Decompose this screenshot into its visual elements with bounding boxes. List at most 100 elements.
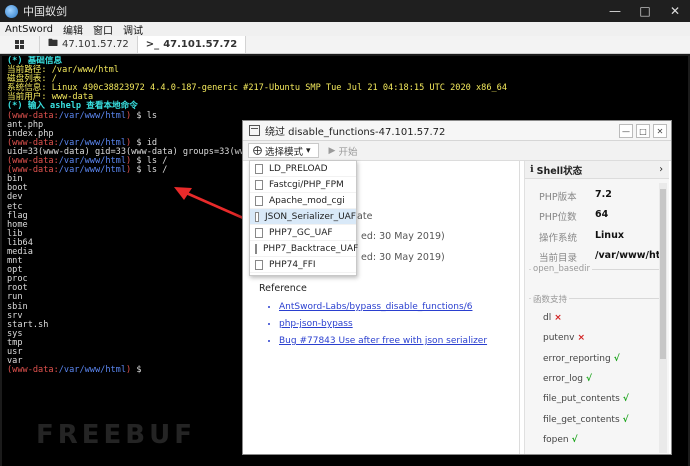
function-row: fopen √	[543, 435, 578, 445]
plus-circle-icon: ⨁	[253, 145, 262, 156]
tab-file-manager[interactable]: 🖿 47.101.57.72	[40, 36, 138, 53]
menu-bar: AntSword 编辑 窗口 调试	[0, 22, 690, 37]
menu-window[interactable]: 窗口	[88, 22, 118, 37]
dropdown-item[interactable]: PHP7_Backtrace_UAF	[250, 241, 359, 257]
functions-label: 函数支持	[531, 293, 570, 305]
function-name: file_get_contents	[543, 415, 620, 425]
terminal-prompt: (www-data:/var/www/html) $ ls /	[7, 165, 168, 176]
function-row: file_get_contents √	[543, 415, 629, 425]
document-icon	[255, 211, 259, 222]
shell-status-title: Shell状态	[536, 165, 583, 177]
function-name: file_put_contents	[543, 394, 620, 404]
minimize-icon[interactable]: —	[600, 0, 630, 22]
dropdown-item[interactable]: Fastcgi/PHP_FPM	[250, 177, 356, 193]
tab-home[interactable]	[0, 36, 40, 53]
document-icon	[255, 259, 263, 270]
reference-link[interactable]: Bug #77843 Use after free with json seri…	[279, 335, 509, 352]
tab-bar: 🖿 47.101.57.72 >_ 47.101.57.72	[0, 36, 690, 54]
start-button[interactable]: ▶ 开始	[325, 143, 362, 158]
window-titlebar: 中国蚁剑 — □ ✕	[0, 0, 690, 22]
function-name: dl	[543, 313, 552, 323]
function-name: putenv	[543, 333, 575, 343]
info-value: 64	[595, 209, 609, 220]
cross-icon: ×	[554, 313, 562, 323]
maximize-icon[interactable]: □	[630, 0, 660, 22]
document-icon	[255, 179, 263, 190]
dropdown-item[interactable]: LD_PRELOAD	[250, 161, 356, 177]
check-icon: √	[622, 394, 629, 404]
dropdown-item-label: LD_PRELOAD	[269, 163, 328, 174]
info-row-os: 操作系统 Linux	[525, 230, 660, 244]
dropdown-item[interactable]: Apache_mod_cgi	[250, 193, 356, 209]
document-icon	[255, 163, 263, 174]
shell-status-panel: ℹ Shell状态 › PHP版本 7.2 PHP位数 64 操作系统 Linu…	[524, 161, 669, 454]
info-key: 操作系统	[539, 233, 578, 244]
select-mode-label: 选择模式	[265, 146, 304, 158]
reference-link[interactable]: AntSword-Labs/bypass_disable_functions/6	[279, 301, 509, 318]
dropdown-item-label: Apache_mod_cgi	[269, 195, 345, 206]
function-row: error_reporting √	[543, 354, 620, 364]
terminal-prompt: (www-data:/var/www/html) $	[7, 365, 142, 376]
open-basedir-label: open_basedir	[531, 264, 592, 274]
terminal-line: 当前路径: /var/www/html	[7, 65, 119, 76]
function-name: fopen	[543, 435, 569, 445]
document-icon	[255, 227, 263, 238]
freebuf-watermark: FREEBUF	[36, 420, 196, 450]
dialog-controls: — □ ✕	[619, 124, 667, 138]
info-key: PHP版本	[539, 192, 577, 203]
grid-icon	[15, 40, 24, 49]
info-value: 7.2	[595, 189, 612, 200]
menu-antsword[interactable]: AntSword	[0, 24, 58, 35]
chevron-right-icon[interactable]: ›	[659, 164, 663, 175]
window-title: 中国蚁剑	[23, 5, 67, 18]
reference-list: AntSword-Labs/bypass_disable_functions/6…	[279, 301, 509, 352]
reference-link[interactable]: php-json-bypass	[279, 318, 509, 335]
function-row: putenv ×	[543, 333, 585, 343]
shell-status-header[interactable]: ℹ Shell状态 ›	[525, 161, 669, 179]
check-icon: √	[622, 415, 629, 425]
dropdown-item[interactable]: JSON_Serializer_UAF	[250, 209, 356, 225]
mode-dropdown-menu: LD_PRELOAD Fastcgi/PHP_FPM Apache_mod_cgi J…	[249, 160, 359, 276]
info-key: 当前目录	[539, 253, 578, 264]
scrollbar-thumb[interactable]	[660, 189, 666, 359]
terminal-line: 系统信息: Linux 490c38823972 4.4.0-187-gener…	[7, 83, 508, 94]
menu-debug[interactable]: 调试	[118, 22, 148, 37]
info-icon: ℹ	[530, 164, 534, 175]
dialog-maximize-icon[interactable]: □	[636, 124, 650, 138]
dropdown-item[interactable]: PHP7_GC_UAF	[250, 225, 356, 241]
dropdown-item-label: JSON_Serializer_UAF	[264, 211, 356, 222]
dialog-title: 绕过 disable_functions-47.101.57.72	[265, 127, 446, 138]
info-row-php-version: PHP版本 7.2	[525, 189, 660, 203]
dialog-minimize-icon[interactable]: —	[619, 124, 633, 138]
dropdown-item-label: PHP7_Backtrace_UAF	[263, 243, 359, 254]
document-icon	[255, 243, 257, 254]
dialog-close-icon[interactable]: ✕	[653, 124, 667, 138]
document-icon	[255, 195, 263, 206]
menu-edit[interactable]: 编辑	[58, 22, 88, 37]
info-row-php-bits: PHP位数 64	[525, 209, 660, 223]
antsword-app-icon	[5, 4, 18, 18]
info-row-cwd: 当前目录 /var/www/htm	[525, 250, 660, 264]
dropdown-item-label: PHP74_FFI	[269, 259, 316, 270]
chevron-down-icon: ▾	[306, 145, 311, 156]
dialog-titlebar: 绕过 disable_functions-47.101.57.72 — □ ✕	[243, 121, 671, 141]
dropdown-item[interactable]: PHP74_FFI	[250, 257, 356, 273]
check-icon: √	[586, 374, 593, 384]
tab-terminal[interactable]: >_ 47.101.57.72	[137, 36, 247, 53]
info-value: /var/www/htm	[595, 250, 660, 261]
function-row: error_log √	[543, 374, 592, 384]
info-value: Linux	[595, 230, 624, 241]
function-row: dl ×	[543, 313, 562, 323]
content-fragment-2: ed: 30 May 2019)	[361, 231, 445, 242]
check-icon: √	[613, 354, 620, 364]
window-icon	[249, 125, 260, 136]
panel-scrollbar[interactable]	[659, 183, 667, 453]
window-controls: — □ ✕	[600, 0, 690, 22]
check-icon: √	[571, 435, 578, 445]
content-fragment-3: ed: 30 May 2019)	[361, 252, 445, 263]
play-icon: ▶	[328, 145, 336, 156]
close-icon[interactable]: ✕	[660, 0, 690, 22]
cross-icon: ×	[577, 333, 586, 343]
select-mode-button[interactable]: ⨁ 选择模式 ▾	[248, 143, 319, 158]
dialog-toolbar: ⨁ 选择模式 ▾ ▶ 开始	[243, 141, 671, 161]
